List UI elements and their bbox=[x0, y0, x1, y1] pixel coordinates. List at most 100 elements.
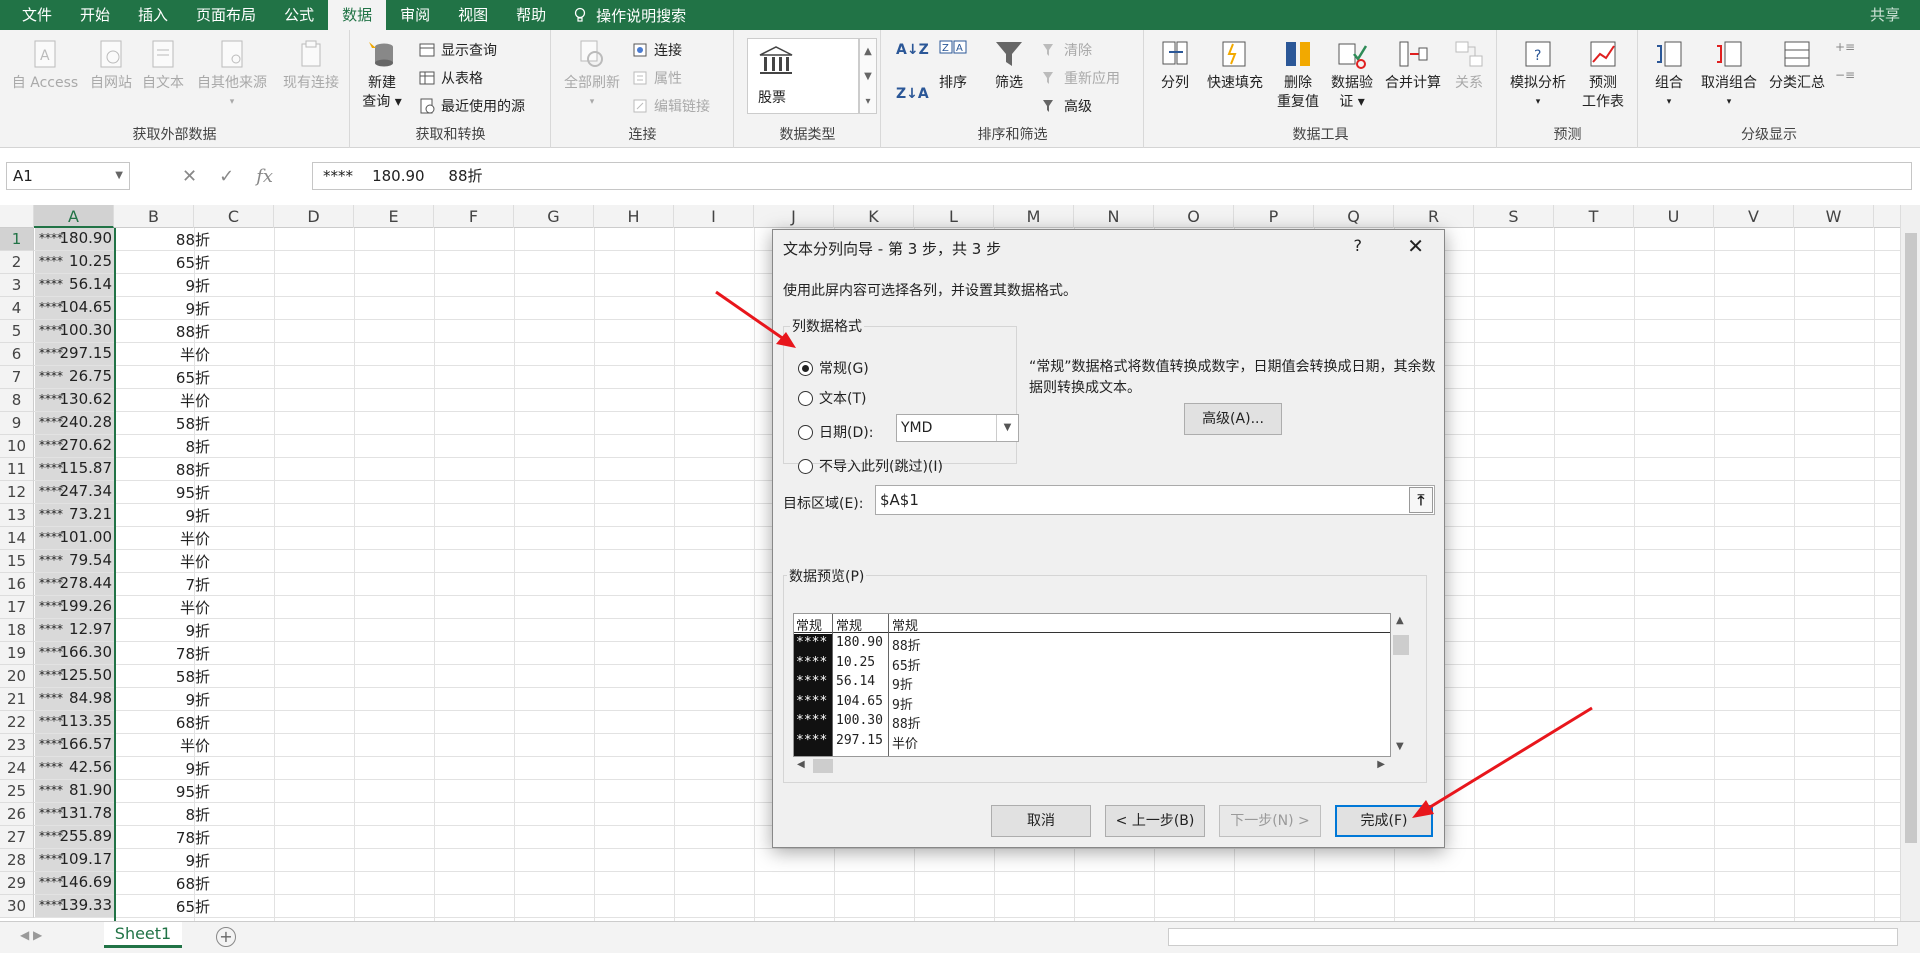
relationships-button[interactable]: 关系 bbox=[1447, 38, 1491, 93]
cell-a[interactable]: **** 131.78 bbox=[35, 803, 114, 825]
cell-a[interactable]: **** 130.62 bbox=[35, 389, 114, 411]
cell-b[interactable]: 65折 bbox=[114, 896, 210, 918]
cell-b[interactable]: 半价 bbox=[114, 735, 210, 757]
column-header[interactable]: W bbox=[1794, 205, 1874, 228]
menu-tab[interactable]: 插入 bbox=[124, 0, 182, 30]
cell-a[interactable]: **** 166.57 bbox=[35, 734, 114, 756]
sheet-nav-arrows[interactable]: ◀ ▶ bbox=[20, 928, 42, 942]
cell-b[interactable]: 半价 bbox=[114, 551, 210, 573]
cell-b[interactable]: 65折 bbox=[114, 252, 210, 274]
cell-a[interactable]: **** 180.90 bbox=[35, 228, 114, 250]
row-header[interactable]: 19 bbox=[0, 642, 34, 665]
row-header[interactable]: 15 bbox=[0, 550, 34, 573]
column-header[interactable]: Q bbox=[1314, 205, 1394, 228]
cell-a[interactable]: **** 240.28 bbox=[35, 412, 114, 434]
column-header[interactable]: V bbox=[1714, 205, 1794, 228]
row-header[interactable]: 12 bbox=[0, 481, 34, 504]
radio-general[interactable]: 常规(G) bbox=[798, 358, 869, 378]
row-header[interactable]: 27 bbox=[0, 826, 34, 849]
row-header[interactable]: 25 bbox=[0, 780, 34, 803]
cell-b[interactable]: 88折 bbox=[114, 229, 210, 251]
enter-icon[interactable]: ✓ bbox=[219, 166, 234, 187]
cell-b[interactable]: 9折 bbox=[114, 758, 210, 780]
radio-date[interactable]: 日期(D): bbox=[798, 422, 873, 442]
subtotal-button[interactable]: 分类汇总 bbox=[1765, 38, 1829, 93]
cell-b[interactable]: 9折 bbox=[114, 505, 210, 527]
column-header[interactable]: E bbox=[354, 205, 434, 228]
what-if-button[interactable]: ? 模拟分析 ▾ bbox=[1506, 38, 1570, 112]
scrollbar-thumb[interactable] bbox=[1393, 635, 1409, 655]
insert-function-icon[interactable]: fx bbox=[256, 166, 273, 187]
cell-a[interactable]: **** 26.75 bbox=[35, 366, 114, 388]
cell-a[interactable]: **** 115.87 bbox=[35, 458, 114, 480]
horizontal-scrollbar[interactable] bbox=[1168, 928, 1898, 946]
cell-a[interactable]: **** 12.97 bbox=[35, 619, 114, 641]
column-header[interactable]: I bbox=[674, 205, 754, 228]
cell-a[interactable]: **** 146.69 bbox=[35, 872, 114, 894]
radio-circle-selected[interactable] bbox=[798, 360, 813, 376]
existing-connections-button[interactable]: 现有连接 bbox=[276, 38, 346, 93]
row-header[interactable]: 2 bbox=[0, 251, 34, 274]
cell-b[interactable]: 8折 bbox=[114, 804, 210, 826]
refresh-all-button[interactable]: 全部刷新 ▾ bbox=[562, 38, 622, 112]
edit-links-button[interactable]: 编辑链接 bbox=[632, 96, 710, 116]
column-header[interactable]: J bbox=[754, 205, 834, 228]
column-header[interactable]: T bbox=[1554, 205, 1634, 228]
text-to-columns-button[interactable]: 分列 bbox=[1155, 38, 1195, 93]
data-validation-button[interactable]: 数据验 证 ▾ bbox=[1325, 38, 1379, 112]
cell-b[interactable]: 78折 bbox=[114, 827, 210, 849]
row-header[interactable]: 17 bbox=[0, 596, 34, 619]
show-queries-button[interactable]: 显示查询 bbox=[419, 40, 497, 60]
cell-a[interactable]: **** 166.30 bbox=[35, 642, 114, 664]
column-header[interactable]: U bbox=[1634, 205, 1714, 228]
vertical-scrollbar[interactable] bbox=[1900, 205, 1920, 921]
cancel-icon[interactable]: ✕ bbox=[182, 166, 197, 187]
row-header[interactable]: 21 bbox=[0, 688, 34, 711]
flash-fill-button[interactable]: 快速填充 bbox=[1203, 38, 1267, 93]
scrollbar-thumb[interactable] bbox=[1905, 233, 1917, 843]
row-header[interactable]: 30 bbox=[0, 895, 34, 918]
cell-a[interactable]: **** 125.50 bbox=[35, 665, 114, 687]
menu-tab[interactable]: 文件 bbox=[8, 0, 66, 30]
row-header[interactable]: 3 bbox=[0, 274, 34, 297]
from-text-button[interactable]: 自文本 bbox=[138, 38, 188, 93]
cell-b[interactable]: 88折 bbox=[114, 321, 210, 343]
row-header[interactable]: 13 bbox=[0, 504, 34, 527]
properties-button[interactable]: 属性 bbox=[632, 68, 682, 88]
row-header[interactable]: 1 bbox=[0, 228, 34, 251]
menu-tab[interactable]: 数据 bbox=[328, 0, 387, 30]
gallery-scroll[interactable]: ▲ ▼ ▾ bbox=[859, 38, 877, 114]
cell-a[interactable]: **** 10.25 bbox=[35, 251, 114, 273]
cell-a[interactable]: **** 247.34 bbox=[35, 481, 114, 503]
cell-a[interactable]: **** 297.15 bbox=[35, 343, 114, 365]
formula-input[interactable]: **** 180.90 88折 bbox=[312, 162, 1912, 190]
sort-asc-button[interactable]: A↓Z bbox=[896, 42, 929, 58]
cell-a[interactable]: **** 100.30 bbox=[35, 320, 114, 342]
stocks-gallery[interactable]: 股票 bbox=[747, 38, 859, 114]
cell-a[interactable]: **** 278.44 bbox=[35, 573, 114, 595]
row-header[interactable]: 28 bbox=[0, 849, 34, 872]
preview-header-1[interactable]: 常规 bbox=[796, 615, 822, 634]
cell-b[interactable]: 9折 bbox=[114, 298, 210, 320]
tell-me-search[interactable]: 操作说明搜索 bbox=[572, 5, 686, 26]
cell-b[interactable]: 78折 bbox=[114, 643, 210, 665]
cell-b[interactable]: 7折 bbox=[114, 574, 210, 596]
collapse-dialog-icon[interactable]: ⤒ bbox=[1409, 487, 1433, 513]
radio-circle[interactable] bbox=[798, 390, 813, 406]
column-header[interactable]: N bbox=[1074, 205, 1154, 228]
finish-button[interactable]: 完成(F) bbox=[1335, 805, 1433, 837]
cell-a[interactable]: **** 270.62 bbox=[35, 435, 114, 457]
preview-header-3[interactable]: 常规 bbox=[892, 615, 918, 634]
select-all-corner[interactable] bbox=[0, 205, 34, 228]
cell-a[interactable]: **** 113.35 bbox=[35, 711, 114, 733]
row-header[interactable]: 6 bbox=[0, 343, 34, 366]
from-access-button[interactable]: A 自 Access bbox=[8, 38, 82, 93]
column-header[interactable]: S bbox=[1474, 205, 1554, 228]
new-query-button[interactable]: 新建 查询 ▾ bbox=[357, 38, 407, 112]
column-header[interactable]: B bbox=[114, 205, 194, 228]
row-header[interactable]: 20 bbox=[0, 665, 34, 688]
radio-text[interactable]: 文本(T) bbox=[798, 388, 866, 408]
row-header[interactable]: 18 bbox=[0, 619, 34, 642]
cell-b[interactable]: 9折 bbox=[114, 620, 210, 642]
sheet-tab-sheet1[interactable]: Sheet1 bbox=[104, 922, 182, 948]
